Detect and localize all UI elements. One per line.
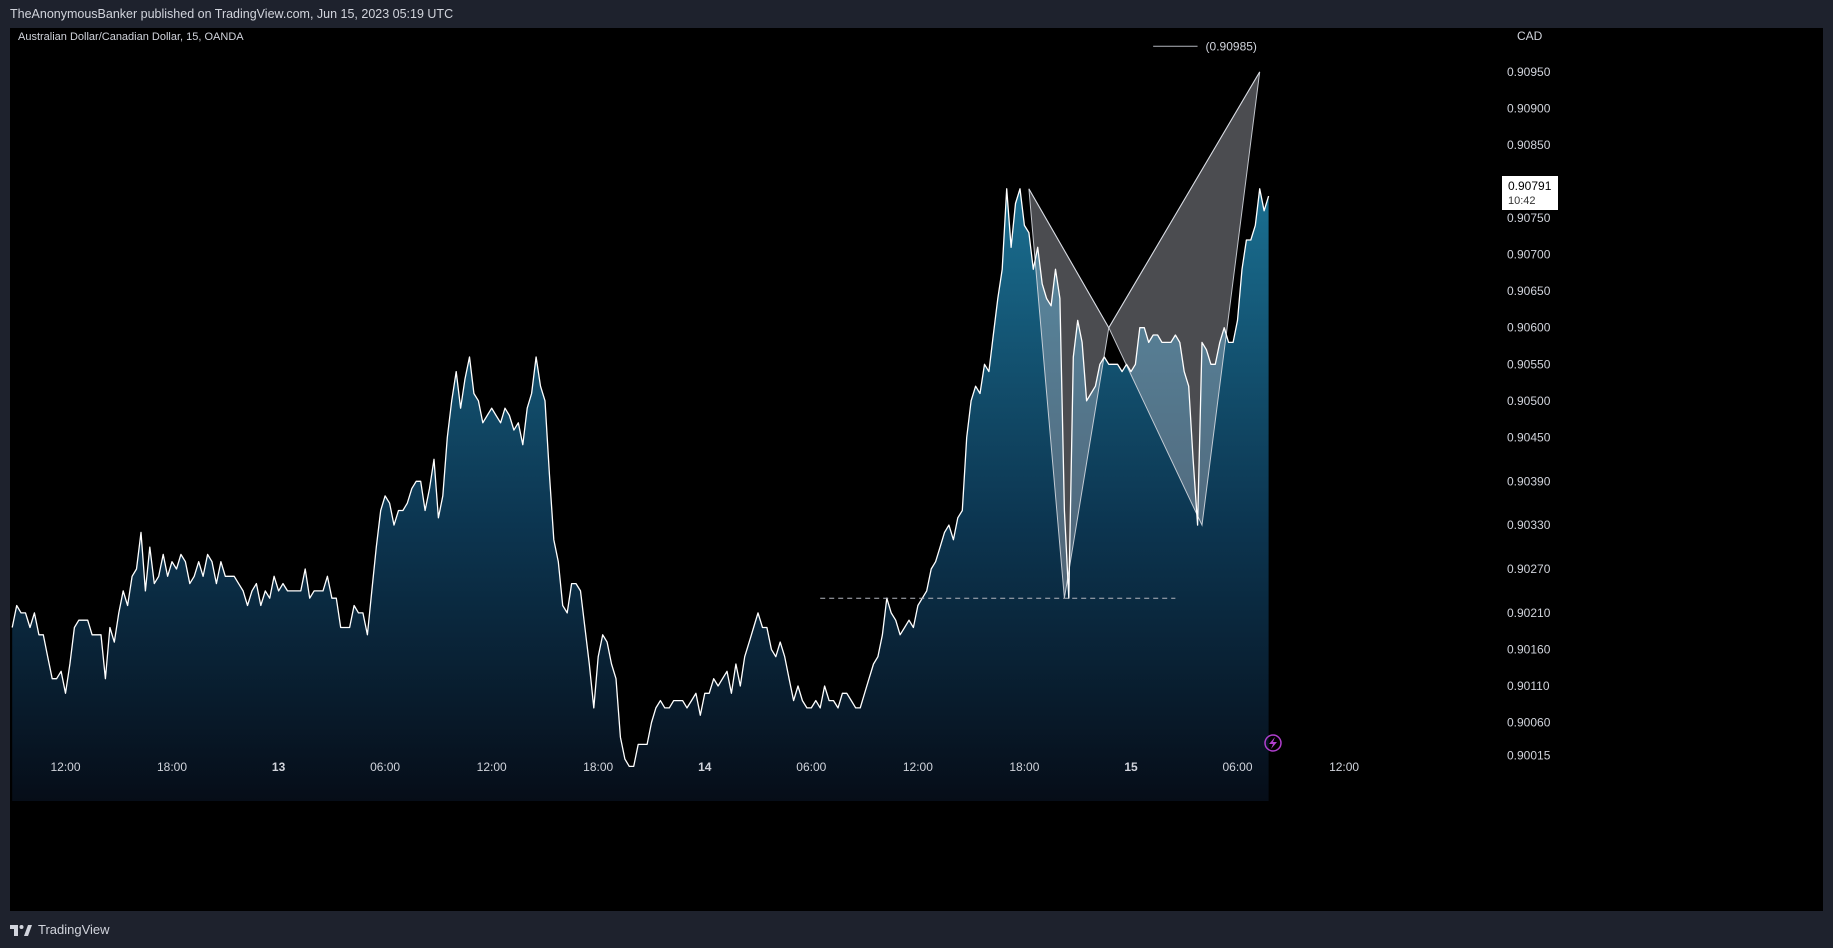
time-tick-label: 12:00 <box>903 760 933 774</box>
footer-bar: TradingView <box>0 911 1833 948</box>
chart-title: Australian Dollar/Canadian Dollar, 15, O… <box>18 31 244 43</box>
target-label: (0.90985) <box>1206 39 1257 53</box>
time-tick-label: 12:00 <box>50 760 80 774</box>
price-tick-label: 0.90550 <box>1507 357 1551 371</box>
tradingview-logo-icon <box>10 924 32 936</box>
time-tick-label: 18:00 <box>1009 760 1039 774</box>
time-tick-label: 15 <box>1124 760 1138 774</box>
time-tick-label: 13 <box>272 760 286 774</box>
last-price-countdown: 10:42 <box>1508 195 1536 207</box>
tradingview-brand: TradingView <box>38 922 110 937</box>
time-tick-label: 14 <box>698 760 712 774</box>
last-price-value: 0.90791 <box>1508 179 1552 193</box>
price-tick-label: 0.90110 <box>1507 679 1550 693</box>
last-price-marker: 0.90791 10:42 <box>1502 176 1558 210</box>
publication-info: TheAnonymousBanker published on TradingV… <box>10 7 454 21</box>
chart-pane[interactable]: Australian Dollar/Canadian Dollar, 15, O… <box>10 28 1823 911</box>
time-tick-label: 06:00 <box>1222 760 1252 774</box>
price-chart[interactable]: Australian Dollar/Canadian Dollar, 15, O… <box>10 28 1823 911</box>
price-tick-label: 0.90500 <box>1507 394 1551 408</box>
price-tick-label: 0.90390 <box>1507 474 1551 488</box>
time-tick-label: 18:00 <box>157 760 187 774</box>
price-tick-label: 0.90015 <box>1507 748 1551 762</box>
price-tick-label: 0.90160 <box>1507 642 1551 656</box>
price-tick-label: 0.90650 <box>1507 284 1551 298</box>
price-tick-label: 0.90850 <box>1507 138 1551 152</box>
price-tick-label: 0.90450 <box>1507 430 1551 444</box>
price-tick-label: 0.90750 <box>1507 211 1551 225</box>
price-tick-label: 0.90950 <box>1507 65 1551 79</box>
price-tick-label: 0.90900 <box>1507 101 1551 115</box>
price-tick-label: 0.90270 <box>1507 562 1551 576</box>
time-tick-label: 12:00 <box>1329 760 1359 774</box>
price-tick-label: 0.90600 <box>1507 321 1551 335</box>
currency-label: CAD <box>1517 29 1543 43</box>
price-tick-label: 0.90210 <box>1507 606 1551 620</box>
price-tick-label: 0.90060 <box>1507 716 1551 730</box>
publication-header: TheAnonymousBanker published on TradingV… <box>0 0 1833 28</box>
price-tick-label: 0.90700 <box>1507 248 1551 262</box>
time-tick-label: 12:00 <box>477 760 507 774</box>
tradingview-brand-link[interactable]: TradingView <box>10 922 110 937</box>
price-tick-label: 0.90330 <box>1507 518 1551 532</box>
time-tick-label: 18:00 <box>583 760 613 774</box>
price-axis[interactable]: 0.90950 0.90900 0.90850 0.90750 0.90700 0.906… <box>1507 65 1551 763</box>
time-tick-label: 06:00 <box>796 760 826 774</box>
time-tick-label: 06:00 <box>370 760 400 774</box>
